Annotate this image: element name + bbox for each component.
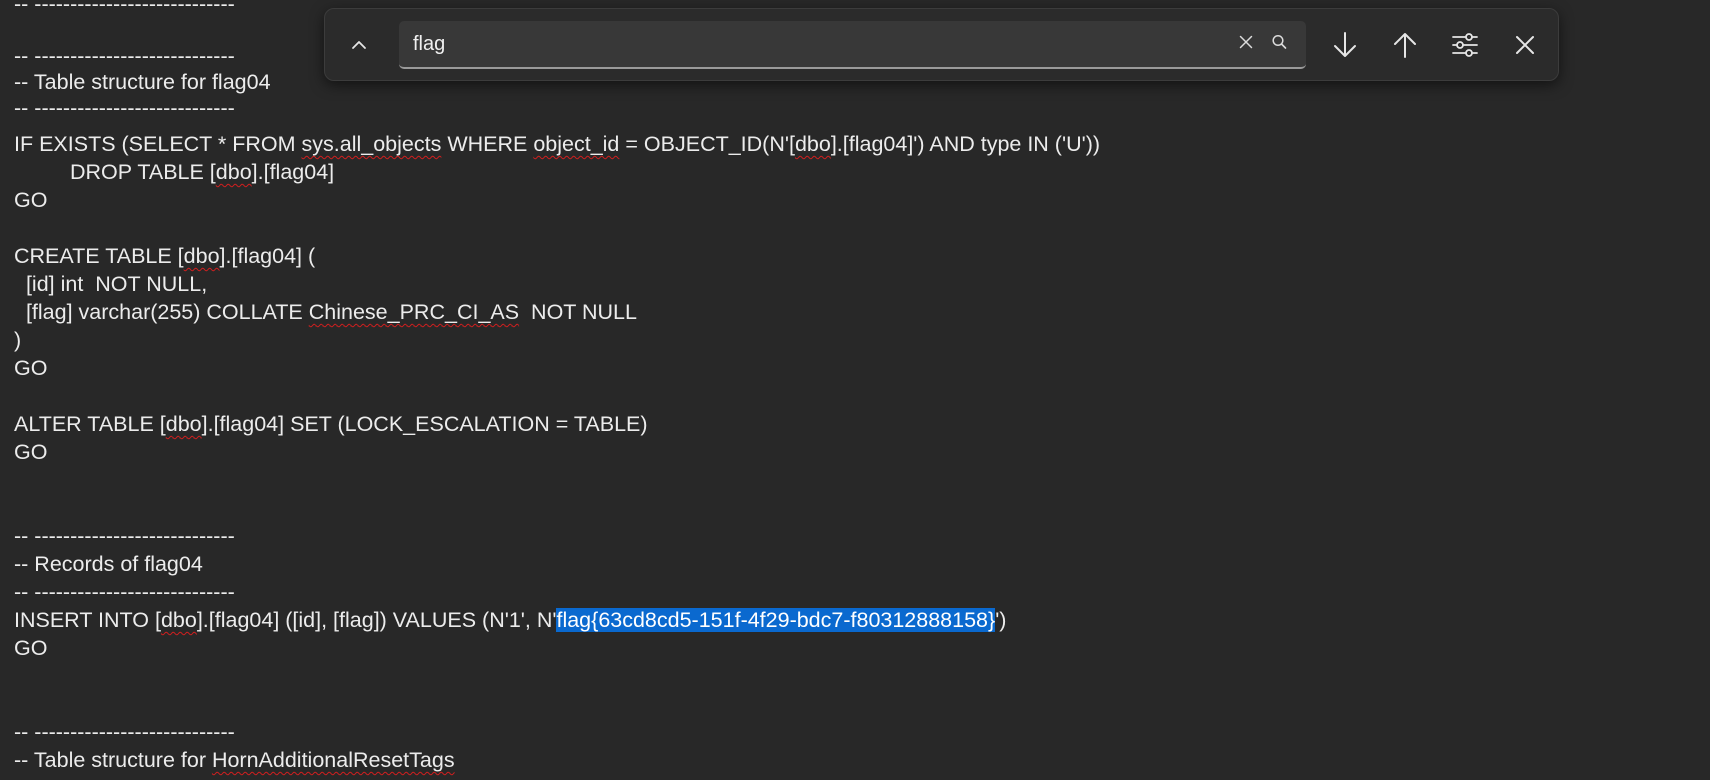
code-text: GO — [14, 188, 48, 212]
code-text: WHERE — [441, 132, 534, 156]
comment-text: -- ---------------------------- — [14, 720, 235, 744]
next-match-button[interactable] — [1323, 23, 1367, 67]
comment-text: -- ---------------------------- — [14, 524, 235, 548]
search-input[interactable] — [413, 21, 1213, 67]
editor-line: [flag] varchar(255) COLLATE Chinese_PRC_… — [14, 298, 637, 326]
misspelled-word: sys.all_objects — [301, 132, 442, 156]
arrow-down-icon — [1332, 31, 1358, 59]
code-text: ].[flag04]') AND type IN ('U')) — [830, 132, 1101, 156]
code-text: ') — [995, 608, 1007, 632]
code-text: ) — [14, 328, 22, 352]
search-submit-button[interactable] — [1265, 30, 1293, 58]
text-editor[interactable]: -- ---------------------------- -- -----… — [14, 0, 1694, 780]
editor-line: [id] int NOT NULL, — [14, 270, 207, 298]
close-find-button[interactable] — [1503, 23, 1547, 67]
editor-line: GO — [14, 438, 47, 466]
comment-text: -- ---------------------------- — [14, 0, 235, 16]
editor-line: ) — [14, 326, 21, 354]
code-text: IF EXISTS (SELECT * FROM — [14, 132, 302, 156]
editor-line: CREATE TABLE [dbo].[flag04] ( — [14, 242, 315, 270]
code-text: GO — [14, 356, 48, 380]
clear-x-icon — [1238, 34, 1254, 55]
editor-line: INSERT INTO [dbo].[flag04] ([id], [flag]… — [14, 606, 1006, 634]
code-text: = OBJECT_ID(N'[ — [619, 132, 795, 156]
code-text: CREATE TABLE [ — [14, 244, 184, 268]
code-text: ].[flag04] SET (LOCK_ESCALATION = TABLE) — [201, 412, 648, 436]
misspelled-word: dbo — [183, 244, 220, 268]
clear-search-button[interactable] — [1232, 30, 1260, 58]
collapse-button[interactable] — [337, 23, 381, 67]
editor-line: GO — [14, 634, 47, 662]
comment-text: -- ---------------------------- — [14, 96, 235, 120]
editor-line: ALTER TABLE [dbo].[flag04] SET (LOCK_ESC… — [14, 410, 648, 438]
editor-line: -- ---------------------------- — [14, 718, 235, 746]
misspelled-word: dbo — [160, 608, 197, 632]
editor-line: IF EXISTS (SELECT * FROM sys.all_objects… — [14, 130, 1100, 158]
search-box — [399, 21, 1306, 69]
code-text: [id] int NOT NULL, — [14, 272, 208, 296]
code-text: DROP TABLE [ — [70, 160, 216, 184]
previous-match-button[interactable] — [1383, 23, 1427, 67]
close-icon — [1514, 34, 1536, 56]
chevron-up-icon — [349, 35, 369, 55]
misspelled-word: dbo — [794, 132, 831, 156]
code-text: GO — [14, 440, 48, 464]
misspelled-word: dbo — [215, 160, 252, 184]
comment-text: -- ---------------------------- — [14, 44, 235, 68]
misspelled-word: dbo — [165, 412, 202, 436]
editor-line: DROP TABLE [dbo].[flag04] — [14, 158, 334, 186]
code-text: NOT NULL — [519, 300, 637, 324]
editor-line: -- ---------------------------- — [14, 522, 235, 550]
editor-line: -- Records of flag04 — [14, 550, 203, 578]
code-text: INSERT INTO [ — [14, 608, 161, 632]
editor-line: -- ---------------------------- — [14, 578, 235, 606]
editor-line: -- ---------------------------- — [14, 0, 235, 18]
search-match-highlight[interactable]: flag{63cd8cd5-151f-4f29-bdc7-f8031288815… — [556, 608, 996, 632]
find-bar — [324, 8, 1559, 81]
editor-line: GO — [14, 186, 47, 214]
magnifier-icon — [1270, 33, 1288, 56]
code-text: GO — [14, 636, 48, 660]
misspelled-word: object_id — [533, 132, 620, 156]
comment-text: -- Table structure for — [14, 748, 212, 772]
comment-text: -- ---------------------------- — [14, 580, 235, 604]
sliders-icon — [1451, 32, 1479, 58]
arrow-up-icon — [1392, 31, 1418, 59]
code-text: ].[flag04] ([id], [flag]) VALUES (N'1', … — [196, 608, 557, 632]
code-text: ALTER TABLE [ — [14, 412, 166, 436]
comment-text: -- Table structure for flag04 — [14, 70, 271, 94]
code-text: ].[flag04] ( — [219, 244, 316, 268]
editor-line: GO — [14, 354, 47, 382]
code-text: ].[flag04] — [251, 160, 335, 184]
editor-line: -- Table structure for flag04 — [14, 68, 271, 96]
editor-line: -- ---------------------------- — [14, 94, 235, 122]
misspelled-word: Chinese_PRC_CI_AS — [308, 300, 520, 324]
editor-line: -- ---------------------------- — [14, 42, 235, 70]
misspelled-word: HornAdditionalResetTags — [211, 748, 455, 772]
comment-text: -- Records of flag04 — [14, 552, 203, 576]
editor-line: -- Table structure for HornAdditionalRes… — [14, 746, 455, 774]
search-options-button[interactable] — [1443, 23, 1487, 67]
code-text: [flag] varchar(255) COLLATE — [14, 300, 309, 324]
